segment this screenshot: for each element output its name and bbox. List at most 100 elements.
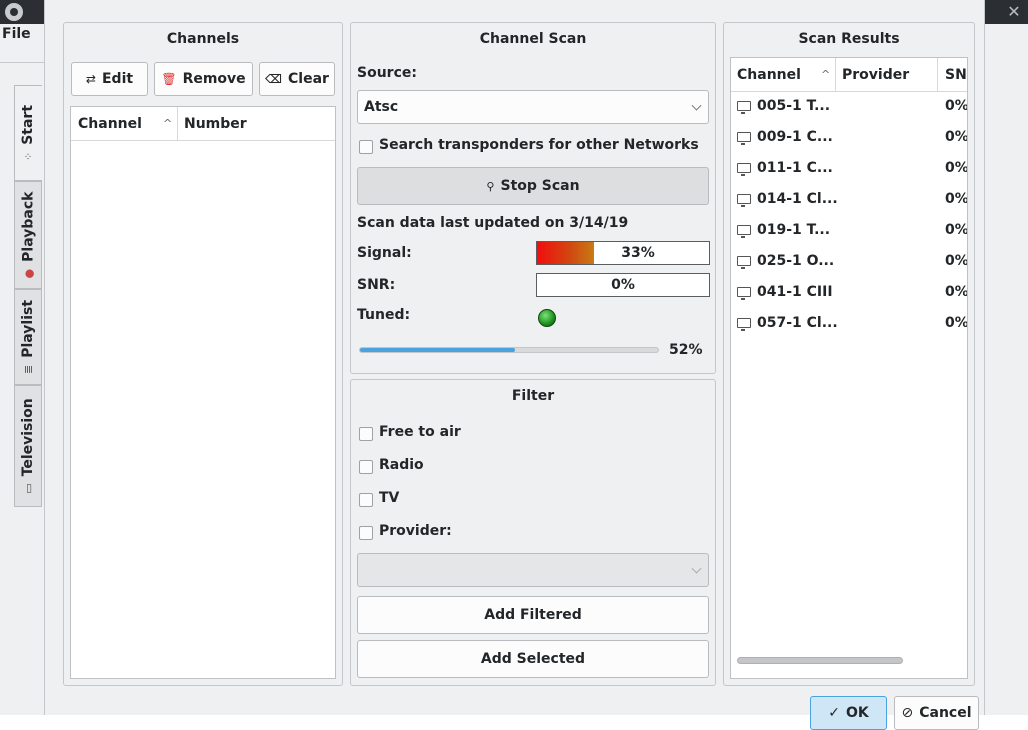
clear-icon: ⌫: [265, 72, 283, 86]
free-to-air-checkbox[interactable]: [359, 427, 373, 441]
signal-label: Signal:: [357, 245, 412, 261]
scan-last-updated: Scan data last updated on 3/14/19: [357, 215, 629, 231]
channel-scan-title: Channel Scan: [479, 31, 587, 47]
list-item[interactable]: 009-1 C... 0%: [737, 127, 968, 147]
column-header-number[interactable]: Number: [184, 116, 247, 132]
channel-dialog: Channels ⇄ Edit 🗑 Remove ⌫ Clear Channel…: [44, 0, 985, 730]
channels-group: Channels ⇄ Edit 🗑 Remove ⌫ Clear Channel…: [63, 22, 343, 686]
stop-scan-button[interactable]: ⚲ Stop Scan: [357, 167, 709, 205]
channels-title: Channels: [166, 31, 240, 47]
tab-television[interactable]: ▭ Television: [14, 385, 42, 507]
filter-title: Filter: [511, 388, 555, 404]
result-channel: 005-1 T...: [757, 98, 831, 114]
result-channel: 041-1 CIII: [757, 284, 833, 300]
app-logo-icon: [5, 3, 23, 21]
result-channel: 011-1 C...: [757, 160, 833, 176]
column-header-snr[interactable]: SN: [945, 67, 967, 83]
tuned-led-icon: [538, 309, 556, 327]
tv-icon: [737, 256, 751, 269]
tab-start[interactable]: ⁘ Start: [14, 85, 42, 181]
menu-separator: [0, 62, 44, 63]
scan-results-title: Scan Results: [798, 31, 900, 47]
radio-checkbox[interactable]: [359, 460, 373, 474]
ok-button[interactable]: ✓ OK: [810, 696, 887, 730]
scan-progress-bar: [359, 347, 659, 353]
clear-button[interactable]: ⌫ Clear: [259, 62, 335, 96]
add-filtered-button[interactable]: Add Filtered: [357, 596, 709, 634]
column-header-channel[interactable]: Channel: [78, 116, 142, 132]
result-snr: 0%: [945, 160, 968, 176]
tv-icon: [737, 225, 751, 238]
result-channel: 019-1 T...: [757, 222, 831, 238]
tab-playlist[interactable]: ≣ Playlist: [14, 289, 42, 385]
list-item[interactable]: 019-1 T... 0%: [737, 220, 968, 240]
tv-icon: [737, 132, 751, 145]
column-divider: [937, 58, 938, 91]
cancel-button[interactable]: ⊘ Cancel: [894, 696, 979, 730]
sparkle-icon: ⁘: [22, 151, 36, 162]
provider-select[interactable]: [357, 553, 709, 587]
tv-icon: [737, 194, 751, 207]
chevron-down-icon: [691, 563, 702, 574]
result-snr: 0%: [945, 284, 968, 300]
scan-results-list[interactable]: Channel ^ Provider SN 005-1 T... 0% 009-1 …: [730, 57, 968, 679]
column-header-provider[interactable]: Provider: [842, 67, 909, 83]
provider-checkbox[interactable]: [359, 526, 373, 540]
tv-icon: ▭: [21, 483, 35, 494]
result-channel: 057-1 Cl...: [757, 315, 838, 331]
scan-progress-text: 52%: [669, 342, 703, 358]
search-icon: ⚲: [486, 179, 495, 193]
add-selected-button[interactable]: Add Selected: [357, 640, 709, 678]
list-item[interactable]: 005-1 T... 0%: [737, 96, 968, 116]
remove-button[interactable]: 🗑 Remove: [154, 62, 253, 96]
menu-file[interactable]: File: [2, 26, 31, 42]
channel-scan-group: Channel Scan Source: Atsc Search transpo…: [350, 22, 716, 374]
free-to-air-label: Free to air: [379, 424, 461, 440]
list-item[interactable]: 057-1 Cl... 0%: [737, 313, 968, 333]
tv-icon: [737, 163, 751, 176]
check-icon: ✓: [828, 705, 840, 721]
result-snr: 0%: [945, 315, 968, 331]
scan-progress-fill: [360, 348, 515, 352]
tv-icon: [737, 101, 751, 114]
result-snr: 0%: [945, 191, 968, 207]
column-divider: [177, 107, 178, 140]
search-transponders-checkbox[interactable]: [359, 140, 373, 154]
horizontal-scrollbar[interactable]: [737, 657, 903, 664]
list-item[interactable]: 011-1 C... 0%: [737, 158, 968, 178]
channels-list-header: Channel ^ Number: [71, 107, 335, 141]
record-icon: ●: [21, 268, 35, 279]
channels-list[interactable]: Channel ^ Number: [70, 106, 336, 679]
list-icon: ≣: [21, 364, 35, 375]
vertical-tab-bar: ⁘ Start ● Playback ≣ Playlist ▭ Television: [14, 85, 42, 507]
scan-results-header: Channel ^ Provider SN: [731, 58, 967, 92]
snr-label: SNR:: [357, 277, 396, 293]
column-divider: [835, 58, 836, 91]
tv-label: TV: [379, 490, 400, 506]
chevron-down-icon: [691, 100, 702, 111]
tv-icon: [737, 318, 751, 331]
result-snr: 0%: [945, 129, 968, 145]
source-select[interactable]: Atsc: [357, 90, 709, 124]
snr-meter: 0%: [536, 273, 710, 297]
provider-label: Provider:: [379, 523, 452, 539]
filter-group: Filter Free to air Radio TV Provider: Ad…: [350, 379, 716, 686]
tuned-label: Tuned:: [357, 307, 411, 323]
list-item[interactable]: 014-1 Cl... 0%: [737, 189, 968, 209]
signal-meter: 33%: [536, 241, 710, 265]
list-item[interactable]: 025-1 O... 0%: [737, 251, 967, 271]
result-snr: 0%: [945, 98, 968, 114]
edit-icon: ⇄: [85, 72, 96, 86]
tab-playback[interactable]: ● Playback: [14, 181, 42, 289]
result-snr: 0%: [945, 222, 968, 238]
edit-button[interactable]: ⇄ Edit: [71, 62, 148, 96]
tv-checkbox[interactable]: [359, 493, 373, 507]
result-channel: 014-1 Cl...: [757, 191, 838, 207]
sort-ascending-icon: ^: [163, 117, 173, 130]
list-item[interactable]: 041-1 CIII 0%: [737, 282, 968, 302]
main-window-close-icon[interactable]: ✕: [1004, 2, 1024, 22]
trash-icon: 🗑: [161, 72, 177, 86]
column-header-channel[interactable]: Channel: [737, 67, 801, 83]
result-channel: 009-1 C...: [757, 129, 833, 145]
radio-label: Radio: [379, 457, 424, 473]
